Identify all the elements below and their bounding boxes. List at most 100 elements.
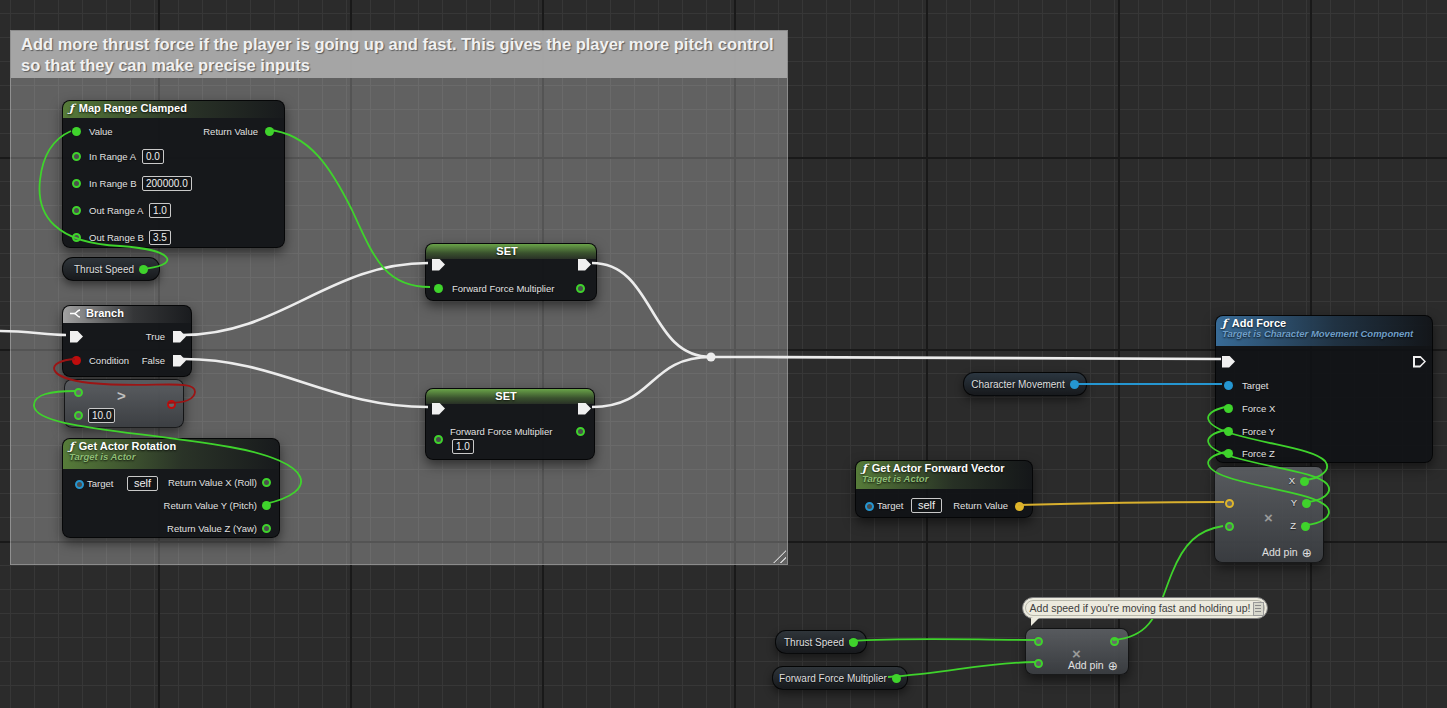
value-target-self[interactable]: self [127,476,158,491]
add-pin-button[interactable]: Add pin⊕ [1262,546,1312,560]
pin-in-range-a[interactable] [72,152,81,161]
node-greater[interactable]: 10.0 > [64,379,184,428]
pin-force-z[interactable] [1224,449,1233,458]
pin-pitch-out[interactable] [262,501,271,510]
node-set-forward-force-multiplier-2[interactable]: SET Forward Force Multiplier 1.0 [425,388,595,460]
pin-exec-false[interactable] [173,355,186,367]
pin-ffm-out[interactable] [576,427,585,436]
pin-y-out[interactable] [1302,499,1311,508]
pin-force-y[interactable] [1224,427,1233,436]
pin-out-range-a[interactable] [72,206,81,215]
pin-ffm-in[interactable] [434,435,443,444]
pin-exec-out[interactable] [578,259,591,271]
pin-label-roll: Return Value X (Roll) [168,476,257,489]
blueprint-canvas[interactable]: Add more thrust force if the player is g… [0,0,1447,708]
node-header[interactable]: SET [426,389,594,404]
value-in-range-a[interactable]: 0.0 [142,149,164,164]
node-add-force[interactable]: ƒAdd ForceTarget is Character Movement C… [1215,315,1433,463]
bubble-pointer [1031,618,1039,626]
pin-multiply-a[interactable] [1225,499,1234,508]
node-map-range-clamped[interactable]: ƒMap Range Clamped Value In Range A 0.0 … [62,100,285,248]
wire-ffm-mult2[interactable] [888,662,1035,677]
pin-exec-in[interactable] [432,403,445,415]
pin-exec-in[interactable] [1222,356,1235,368]
add-pin-icon[interactable]: ⊕ [1108,659,1118,673]
node-header[interactable]: SET [426,244,596,259]
pin-exec-out[interactable] [578,403,591,415]
node-header[interactable]: Branch [63,306,191,323]
pin-value-in[interactable] [72,127,81,136]
pin-z-out[interactable] [1301,522,1310,531]
pin-target[interactable] [75,480,84,489]
node-thrust-speed-get[interactable]: Thrust Speed [62,257,160,281]
pin-label-in-range-a: In Range A [89,150,136,163]
node-get-actor-rotation[interactable]: ƒGet Actor RotationTarget is Actor Targe… [62,438,280,538]
add-pin-button[interactable]: Add pin⊕ [1068,659,1118,673]
pin-return-value[interactable] [265,127,274,136]
pin-target[interactable] [865,502,874,511]
node-header[interactable]: ƒGet Actor Forward VectorTarget is Actor [856,461,1032,489]
value-ffm[interactable]: 1.0 [452,439,474,454]
pin-greater-b[interactable] [74,411,83,420]
pin-thrust-speed-out[interactable] [849,638,858,647]
pin-multiply-out[interactable] [1110,637,1119,646]
pin-label-x: X [1289,474,1295,487]
wire-forwardvector-mult1[interactable] [1018,502,1224,505]
bubble-pin-icon[interactable] [1253,602,1264,616]
pin-multiply-b[interactable] [1034,659,1043,668]
pin-character-movement-out[interactable] [1070,380,1079,389]
pin-label-ffm: Forward Force Multiplier [452,282,554,295]
add-pin-icon[interactable]: ⊕ [1302,546,1312,560]
wire-thrustspeed2-mult2[interactable] [849,639,1035,641]
pin-greater-out[interactable] [167,400,176,409]
value-out-range-a[interactable]: 1.0 [149,203,171,218]
pin-ffm-out[interactable] [892,674,901,683]
pin-roll-out[interactable] [262,478,271,487]
pin-in-range-b[interactable] [72,179,81,188]
pin-out-range-b[interactable] [72,233,81,242]
pin-exec-out[interactable] [1413,356,1426,368]
pin-ffm-in[interactable] [434,284,443,293]
pin-condition[interactable] [72,356,81,365]
node-multiply-2[interactable]: × Add pin⊕ [1025,628,1129,675]
pin-greater-a[interactable] [74,388,83,397]
pin-return-value[interactable] [1015,502,1024,511]
node-header[interactable]: ƒAdd ForceTarget is Character Movement C… [1216,316,1432,346]
pin-x-out[interactable] [1300,477,1309,486]
node-title: SET [495,390,516,402]
node-forward-force-multiplier-get[interactable]: Forward Force Multiplier [772,666,908,690]
pin-force-x[interactable] [1224,404,1233,413]
pin-target[interactable] [1224,381,1233,390]
node-branch[interactable]: Branch Condition True False [62,305,192,377]
pin-label-yaw: Return Value Z (Yaw) [167,522,257,535]
pin-exec-in[interactable] [70,331,83,343]
node-character-movement-get[interactable]: Character Movement [963,372,1087,396]
node-get-actor-forward-vector[interactable]: ƒGet Actor Forward VectorTarget is Actor… [855,460,1033,518]
value-out-range-b[interactable]: 3.5 [149,230,171,245]
comment-resize-handle[interactable] [773,550,786,563]
pin-label-force-x: Force X [1242,402,1275,415]
pin-multiply-a[interactable] [1034,637,1043,646]
pin-yaw-out[interactable] [262,524,271,533]
node-set-forward-force-multiplier-1[interactable]: SET Forward Force Multiplier [425,243,597,301]
value-target-self[interactable]: self [911,498,942,513]
variable-label: Character Movement [971,379,1064,390]
value-in-range-b[interactable]: 200000.0 [142,176,192,191]
node-subtitle: Target is Actor [69,451,271,462]
value-greater-b[interactable]: 10.0 [88,408,115,423]
node-thrust-speed-get-2[interactable]: Thrust Speed [775,630,867,654]
pin-thrust-speed-out[interactable] [139,265,148,274]
comment-bubble[interactable]: Add speed if you're moving fast and hold… [1022,597,1268,619]
pin-exec-in[interactable] [432,259,445,271]
pin-label-false: False [142,354,165,367]
pin-ffm-out[interactable] [576,284,585,293]
pin-multiply-b[interactable] [1225,522,1234,531]
node-header[interactable]: ƒGet Actor RotationTarget is Actor [63,439,279,469]
node-header[interactable]: ƒMap Range Clamped [63,101,284,118]
function-icon: ƒ [69,102,74,115]
greater-symbol: > [117,387,126,404]
comment-title[interactable]: Add more thrust force if the player is g… [11,31,787,78]
pin-exec-true[interactable] [173,331,186,343]
wire-mult2-mult1[interactable] [1113,526,1223,640]
node-multiply-1[interactable]: X Y Z × Add pin⊕ [1214,466,1324,563]
